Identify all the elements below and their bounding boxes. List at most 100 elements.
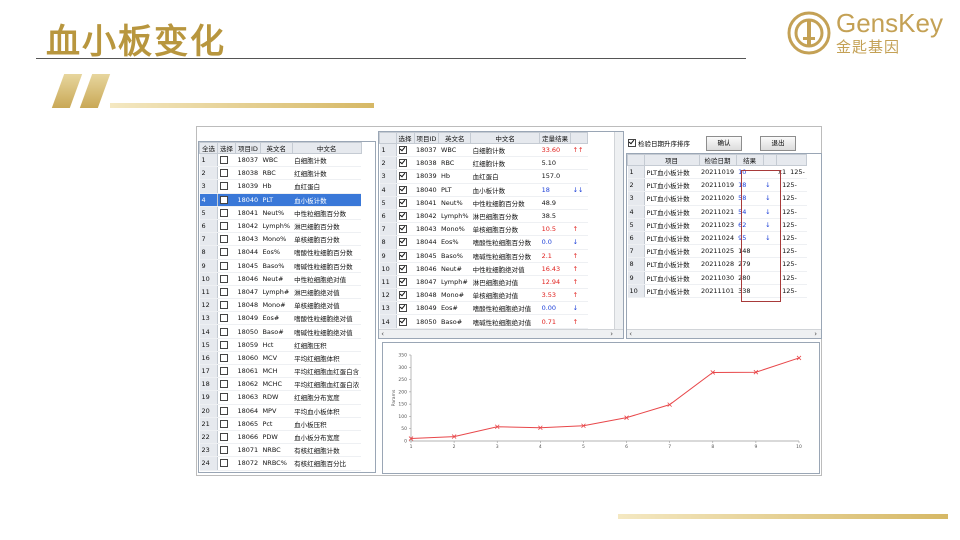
row-checkbox[interactable]: [217, 430, 236, 445]
row-checkbox[interactable]: [217, 417, 236, 431]
column-header[interactable]: 全选: [199, 142, 218, 154]
table-row[interactable]: 7 18043 Mono% 单核细胞百分数: [199, 232, 362, 247]
table-row[interactable]: 8 18044 Eos% 嗜酸性粒细胞百分数: [199, 245, 362, 260]
row-checkbox[interactable]: [217, 153, 236, 168]
row-checkbox[interactable]: [217, 206, 236, 220]
row-checkbox[interactable]: [217, 311, 236, 326]
row-index: 9: [199, 259, 218, 273]
table-row[interactable]: 8 18044 Eos% 嗜酸性粒细胞百分数 0.0 ↓: [379, 235, 588, 250]
result-value: 38.5: [539, 209, 571, 224]
item-english-name: Baso%: [260, 259, 293, 273]
table-row[interactable]: 23 18071 NRBC 有核红细胞计数: [199, 443, 362, 458]
row-checkbox[interactable]: [217, 364, 236, 379]
table-row[interactable]: 10 18046 Neut# 中性粒细胞绝对值 16.43 ↑: [379, 262, 588, 276]
confirm-button[interactable]: 确认: [706, 136, 742, 151]
table-row[interactable]: 22 18066 PDW 血小板分布宽度: [199, 430, 362, 445]
sort-checkbox[interactable]: [628, 139, 636, 147]
row-checkbox[interactable]: [217, 443, 236, 458]
row-checkbox[interactable]: [396, 196, 414, 210]
table-row[interactable]: 12 18048 Mono# 单核细胞绝对值 3.53 ↑: [379, 288, 588, 303]
row-checkbox[interactable]: [396, 275, 414, 290]
table-row[interactable]: 14 18050 Baso# 嗜碱性粒细胞绝对值: [199, 324, 362, 339]
row-index: 10: [627, 284, 645, 298]
table-row[interactable]: 14 18050 Baso# 嗜碱性粒细胞绝对值 0.71 ↑: [379, 314, 588, 329]
trend-ref-range: 125-: [782, 207, 797, 216]
table-row[interactable]: 11 18047 Lymph# 淋巴细胞绝对值: [199, 285, 362, 300]
table-row[interactable]: 15 18059 Hct 红细胞压积: [199, 338, 362, 352]
table-row[interactable]: 4 18040 PLT 血小板计数 18 ↓↓: [379, 183, 588, 197]
table-row[interactable]: 7 18043 Mono% 单核细胞百分数 10.5 ↑: [379, 222, 588, 237]
table-row[interactable]: 24 18072 NRBC% 有核红细胞百分比: [199, 456, 362, 471]
row-checkbox[interactable]: [217, 351, 236, 366]
row-checkbox[interactable]: [217, 456, 236, 471]
table-row[interactable]: 19 18063 RDW 红细胞分布宽度: [199, 390, 362, 405]
table-row[interactable]: 5 18041 Neut% 中性粒细胞百分数 48.9: [379, 196, 588, 210]
row-checkbox[interactable]: [396, 235, 414, 250]
table-row[interactable]: 3 18039 Hb 血红蛋白 157.0: [379, 169, 588, 184]
table-row[interactable]: 11 18047 Lymph# 淋巴细胞绝对值 12.94 ↑: [379, 275, 588, 290]
row-checkbox[interactable]: [396, 314, 414, 329]
row-checkbox[interactable]: [217, 219, 236, 234]
trend-item: PLT血小板计数: [644, 244, 699, 259]
row-checkbox[interactable]: [396, 222, 414, 237]
item-id: 18047: [235, 285, 261, 300]
trend-date: 20211021: [699, 205, 737, 219]
item-english-name: PLT: [438, 183, 471, 197]
table-row[interactable]: 6 18042 Lymph% 淋巴细胞百分数: [199, 219, 362, 234]
gold-accent-bar-bottom: [618, 514, 948, 519]
table-row[interactable]: 5 18041 Neut% 中性粒细胞百分数: [199, 206, 362, 220]
row-checkbox[interactable]: [396, 262, 414, 276]
table-row[interactable]: 6 18042 Lymph% 淋巴细胞百分数 38.5: [379, 209, 588, 224]
row-checkbox[interactable]: [217, 298, 236, 313]
table-row[interactable]: 3 18039 Hb 血红蛋白: [199, 179, 362, 194]
row-index: 11: [199, 285, 218, 300]
table-row[interactable]: 1 18037 WBC 白细胞计数: [199, 153, 362, 168]
results-horizontal-scrollbar[interactable]: ‹ ›: [379, 329, 623, 338]
table-row[interactable]: 9 18045 Baso% 嗜碱性粒细胞百分数: [199, 259, 362, 273]
column-header: 英文名: [259, 142, 293, 154]
table-row[interactable]: 9 18045 Baso% 嗜碱性粒细胞百分数 2.1 ↑: [379, 249, 588, 263]
row-checkbox[interactable]: [217, 390, 236, 405]
item-english-name: RBC: [438, 156, 471, 171]
table-row[interactable]: 2 18038 RBC 红细胞计数: [199, 166, 362, 181]
row-checkbox[interactable]: [396, 143, 414, 158]
table-row[interactable]: 16 18060 MCV 平均红细胞体积: [199, 351, 362, 366]
row-index: 6: [627, 231, 645, 246]
row-checkbox[interactable]: [396, 301, 414, 316]
row-checkbox[interactable]: [396, 249, 414, 263]
item-chinese-name: 血红蛋白: [470, 169, 540, 184]
table-row[interactable]: 4 18040 PLT 血小板计数: [199, 193, 362, 207]
trend-horizontal-scrollbar[interactable]: ‹ ›: [627, 329, 821, 338]
table-row[interactable]: 17 18061 MCH 平均红细胞血红蛋白含: [199, 364, 362, 379]
table-row[interactable]: 13 18049 Eos# 嗜酸性粒细胞绝对值 0.00 ↓: [379, 301, 588, 316]
row-checkbox[interactable]: [396, 209, 414, 224]
table-row[interactable]: 13 18049 Eos# 嗜酸性粒细胞绝对值: [199, 311, 362, 326]
results-vertical-scrollbar[interactable]: [614, 132, 623, 338]
row-checkbox[interactable]: [217, 338, 236, 352]
row-checkbox[interactable]: [217, 404, 236, 418]
table-row[interactable]: 2 18038 RBC 红细胞计数 5.10: [379, 156, 588, 171]
row-checkbox[interactable]: [217, 166, 236, 181]
row-checkbox[interactable]: [396, 169, 414, 184]
table-row[interactable]: 1 18037 WBC 白细胞计数 33.60 ↑↑: [379, 143, 588, 158]
trend-date: 20211101: [699, 284, 737, 298]
column-header: 中文名: [291, 142, 362, 154]
row-checkbox[interactable]: [217, 232, 236, 247]
table-row[interactable]: 12 18048 Mono# 单核细胞绝对值: [199, 298, 362, 313]
row-checkbox[interactable]: [396, 183, 414, 197]
row-checkbox[interactable]: [396, 288, 414, 303]
row-checkbox[interactable]: [217, 259, 236, 273]
row-checkbox[interactable]: [217, 285, 236, 300]
exit-button[interactable]: 退出: [760, 136, 796, 151]
table-row[interactable]: 18 18062 MCHC 平均红细胞血红蛋白浓: [199, 377, 362, 392]
row-checkbox[interactable]: [217, 272, 236, 286]
table-row[interactable]: 10 18046 Neut# 中性粒细胞绝对值: [199, 272, 362, 286]
row-checkbox[interactable]: [217, 179, 236, 194]
table-row[interactable]: 21 18065 Pct 血小板压积: [199, 417, 362, 431]
row-checkbox[interactable]: [217, 324, 236, 339]
row-checkbox[interactable]: [217, 245, 236, 260]
table-row[interactable]: 20 18064 MPV 平均血小板体积: [199, 404, 362, 418]
row-checkbox[interactable]: [396, 156, 414, 171]
row-checkbox[interactable]: [217, 377, 236, 392]
row-checkbox[interactable]: [217, 193, 236, 207]
